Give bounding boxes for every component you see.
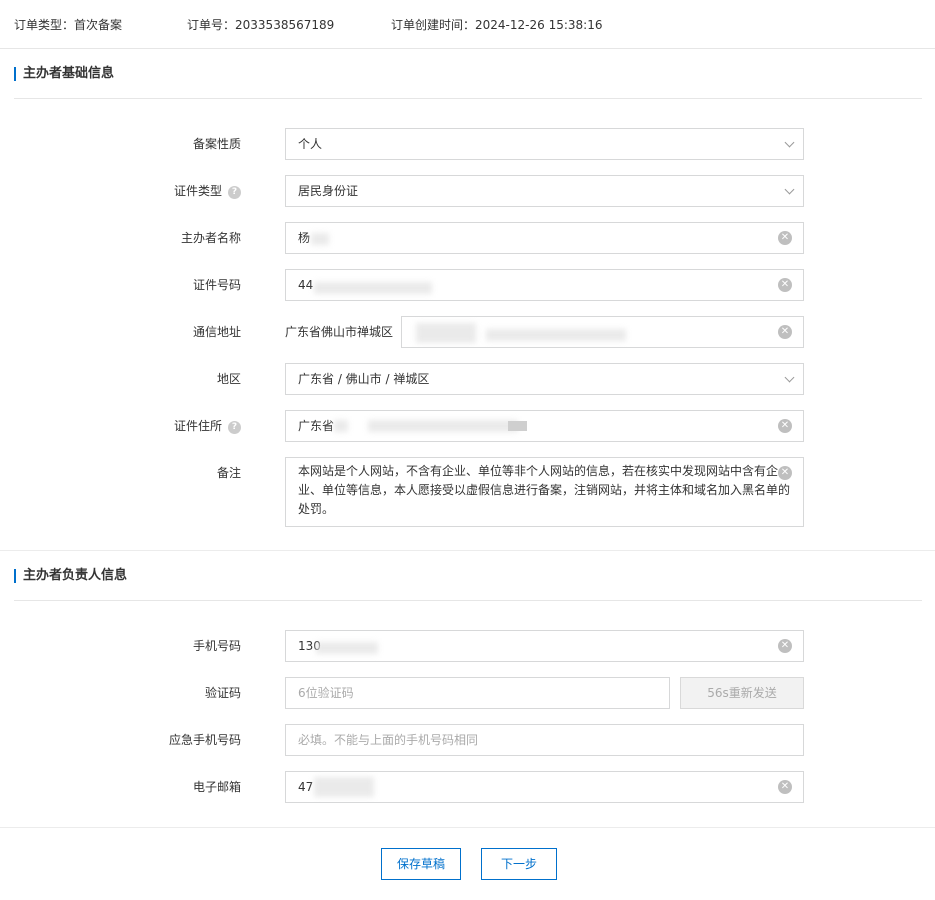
label-verify-code: 验证码: [204, 686, 241, 700]
redaction: [368, 420, 518, 432]
order-number-value: 2033538567189: [235, 18, 335, 32]
label-region: 地区: [216, 372, 241, 386]
label-nature: 备案性质: [192, 137, 241, 151]
mailing-address-prefix: 广东省佛山市禅城区: [285, 325, 394, 339]
order-type-key: 订单类型：: [14, 18, 75, 32]
label-id-number: 证件号码: [192, 278, 241, 292]
id-address-value: 广东省: [298, 419, 335, 433]
redaction: [314, 777, 374, 797]
clear-icon[interactable]: ✕: [778, 419, 792, 433]
nature-value: 个人: [298, 137, 323, 151]
id-address-input[interactable]: 广东省 ✕: [285, 410, 804, 442]
chevron-down-icon: [784, 137, 795, 148]
label-id-address-text: 证件住所: [173, 419, 222, 433]
clear-icon[interactable]: ✕: [778, 278, 792, 292]
label-mobile: 手机号码: [192, 639, 241, 653]
help-icon[interactable]: ?: [228, 421, 241, 434]
redaction: [416, 323, 476, 343]
section-title-host-basic: 主办者基础信息: [14, 66, 114, 82]
order-number-key: 订单号：: [187, 18, 236, 32]
order-number: 订单号：2033538567189: [187, 16, 334, 33]
chevron-down-icon: [784, 184, 795, 195]
verify-code-placeholder: 6位验证码: [298, 686, 354, 700]
next-step-button[interactable]: 下一步: [481, 848, 557, 880]
host-name-value: 杨: [298, 231, 311, 245]
label-mailing-address: 通信地址: [192, 325, 241, 339]
redaction: [311, 233, 329, 245]
divider: [14, 98, 922, 99]
section-separator: [0, 550, 935, 551]
email-input[interactable]: 47 ✕: [285, 771, 804, 803]
verify-code-input[interactable]: 6位验证码: [285, 677, 670, 709]
order-type-value: 首次备案: [74, 18, 123, 32]
clear-icon[interactable]: ✕: [778, 325, 792, 339]
region-cascader[interactable]: 广东省 / 佛山市 / 禅城区: [285, 363, 804, 395]
label-host-name: 主办者名称: [180, 231, 241, 245]
divider: [14, 600, 922, 601]
emergency-mobile-placeholder: 必填。不能与上面的手机号码相同: [298, 733, 479, 747]
redaction: [314, 282, 432, 294]
clear-icon[interactable]: ✕: [778, 231, 792, 245]
mailing-address-input[interactable]: ✕: [401, 316, 804, 348]
clear-icon[interactable]: ✕: [778, 780, 792, 794]
footer-separator: [0, 827, 935, 828]
label-emergency-mobile: 应急手机号码: [168, 733, 241, 747]
id-type-value: 居民身份证: [298, 184, 359, 198]
resend-code-button[interactable]: 56s重新发送: [680, 677, 804, 709]
order-created-key: 订单创建时间：: [391, 18, 476, 32]
label-id-type-text: 证件类型: [173, 184, 222, 198]
redaction: [316, 642, 378, 654]
mobile-input[interactable]: 130 ✕: [285, 630, 804, 662]
order-created-value: 2024-12-26 15:38:16: [475, 18, 603, 32]
id-number-value: 44: [298, 278, 314, 292]
emergency-mobile-input[interactable]: 必填。不能与上面的手机号码相同: [285, 724, 804, 756]
clear-icon[interactable]: ✕: [778, 639, 792, 653]
help-icon[interactable]: ?: [228, 186, 241, 199]
chevron-down-icon: [784, 372, 795, 383]
redaction: [486, 329, 626, 341]
section-title-host-owner: 主办者负责人信息: [14, 568, 127, 584]
id-type-select[interactable]: 居民身份证: [285, 175, 804, 207]
remark-value: 本网站是个人网站，不含有企业、单位等非个人网站的信息，若在核实中发现网站中含有企…: [298, 464, 791, 516]
order-info-bar: 订单类型：首次备案 订单号：2033538567189 订单创建时间：2024-…: [0, 0, 935, 49]
host-name-input[interactable]: 杨 ✕: [285, 222, 804, 254]
email-value: 47: [298, 780, 314, 794]
nature-select[interactable]: 个人: [285, 128, 804, 160]
redaction: [334, 420, 348, 432]
label-remark: 备注: [216, 466, 241, 480]
clear-icon[interactable]: ✕: [778, 466, 792, 480]
label-id-type: 证件类型?: [0, 183, 241, 199]
label-email: 电子邮箱: [192, 780, 241, 794]
save-draft-button[interactable]: 保存草稿: [381, 848, 461, 880]
redaction: [508, 421, 527, 431]
order-type: 订单类型：首次备案: [14, 16, 122, 33]
label-id-address: 证件住所?: [0, 418, 241, 434]
id-number-input[interactable]: 44 ✕: [285, 269, 804, 301]
remark-textarea[interactable]: 本网站是个人网站，不含有企业、单位等非个人网站的信息，若在核实中发现网站中含有企…: [285, 457, 804, 527]
region-value: 广东省 / 佛山市 / 禅城区: [298, 372, 430, 386]
order-created-time: 订单创建时间：2024-12-26 15:38:16: [391, 16, 602, 33]
